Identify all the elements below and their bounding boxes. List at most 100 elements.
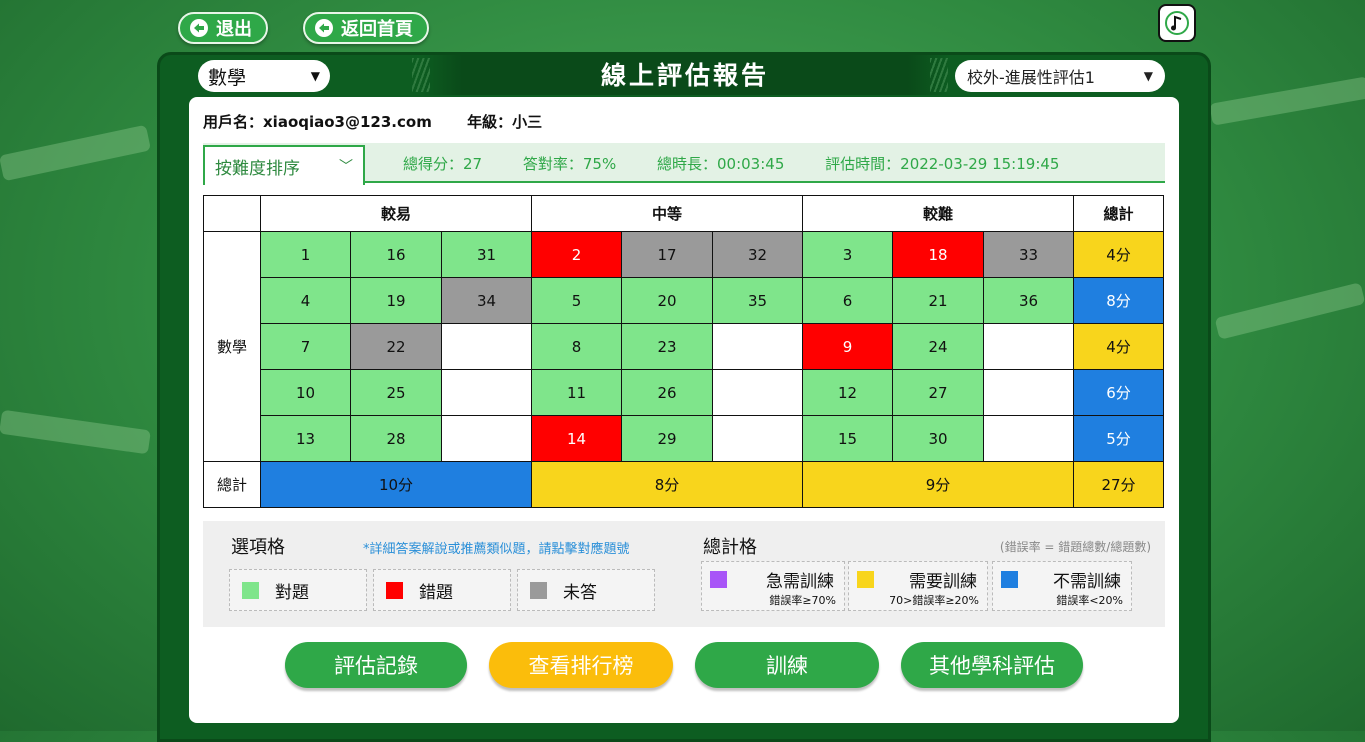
username: 用戶名：xiaoqiao3@123.com: [203, 113, 432, 131]
question-cell[interactable]: 2: [531, 231, 622, 278]
table-row: 4 19 34 5 20 35 6 21 36 8分: [204, 277, 1164, 324]
page-title: 線上評估報告: [420, 55, 950, 95]
question-cell[interactable]: 7: [260, 323, 351, 370]
background-pencil: [0, 409, 151, 455]
corner-cell: [203, 195, 261, 232]
legend-wrong: 錯題: [373, 569, 511, 611]
question-cell[interactable]: 19: [350, 277, 442, 324]
sort-value: 按難度排序: [215, 158, 300, 179]
question-cell[interactable]: 33: [983, 231, 1074, 278]
logout-button[interactable]: 退出: [178, 12, 268, 44]
question-cell[interactable]: 26: [621, 369, 713, 416]
logout-label: 退出: [216, 19, 252, 40]
question-cell[interactable]: 6: [802, 277, 893, 324]
music-note-icon: [1165, 11, 1189, 35]
row-total-cell: 8分: [1073, 277, 1164, 324]
question-cell[interactable]: 17: [621, 231, 713, 278]
question-cell[interactable]: 1: [260, 231, 351, 278]
sort-select[interactable]: 按難度排序 ﹀: [203, 145, 365, 185]
question-cell[interactable]: 12: [802, 369, 893, 416]
subject-label: 數學: [203, 231, 261, 462]
question-cell[interactable]: 10: [260, 369, 351, 416]
home-button[interactable]: 返回首頁: [303, 12, 429, 44]
row-total-cell: 6分: [1073, 369, 1164, 416]
dropdown-arrow-icon: ▼: [1143, 69, 1153, 83]
legend-need-sub: 70>錯誤率≥20%: [889, 594, 979, 607]
legend-need: 需要訓練 70>錯誤率≥20%: [848, 561, 988, 611]
total-hard: 9分: [802, 461, 1074, 508]
table-row: 10 25 11 26 12 27 6分: [204, 369, 1164, 416]
total-legend-note: (錯誤率 = 錯題總數/總題數): [999, 540, 1151, 554]
evaluation-value: 校外-進展性評估1: [967, 68, 1095, 87]
home-label: 返回首頁: [341, 19, 413, 40]
unanswered-swatch: [530, 581, 547, 599]
urgent-swatch: [710, 571, 727, 588]
results-table: 較易 中等 較難 總計 數學 1 16 31 2 17 32 3 18 33 4分 4 19 34 5 20 3…: [203, 195, 1164, 508]
subject-select[interactable]: 數學 ▼: [198, 60, 330, 92]
question-cell[interactable]: 5: [531, 277, 622, 324]
train-button[interactable]: 訓練: [695, 642, 879, 688]
back-icon: [315, 19, 333, 37]
question-cell[interactable]: 15: [802, 415, 893, 462]
question-cell[interactable]: 16: [350, 231, 442, 278]
question-cell[interactable]: 25: [350, 369, 442, 416]
header-medium: 中等: [531, 195, 803, 232]
need-swatch: [857, 571, 874, 588]
question-cell[interactable]: 29: [621, 415, 713, 462]
question-cell[interactable]: 18: [892, 231, 984, 278]
records-button[interactable]: 評估記錄: [285, 642, 467, 688]
question-cell[interactable]: 23: [621, 323, 713, 370]
background-pencil: [0, 124, 152, 182]
question-cell[interactable]: 36: [983, 277, 1074, 324]
accuracy-rate: 答對率：75%: [522, 155, 617, 173]
subject-value: 數學: [208, 66, 247, 89]
question-cell[interactable]: 22: [350, 323, 442, 370]
question-cell[interactable]: 21: [892, 277, 984, 324]
question-cell[interactable]: 31: [441, 231, 532, 278]
table-row: 7 22 8 23 9 24 4分: [204, 323, 1164, 370]
noneed-swatch: [1001, 571, 1018, 588]
question-cell[interactable]: 28: [350, 415, 442, 462]
dropdown-arrow-icon: ▼: [310, 69, 320, 83]
total-duration: 總時長：00:03:45: [657, 155, 785, 173]
question-cell[interactable]: 11: [531, 369, 622, 416]
legend-noneed-label: 不需訓練: [1053, 572, 1121, 592]
legend-noneed-sub: 錯誤率<20%: [1056, 594, 1123, 607]
empty-cell: [983, 369, 1074, 416]
title-decoration: [412, 58, 430, 92]
user-info: 用戶名：xiaoqiao3@123.com 年級：小三: [203, 111, 572, 132]
grade: 年級：小三: [467, 113, 543, 131]
question-cell[interactable]: 4: [260, 277, 351, 324]
report-content: 用戶名：xiaoqiao3@123.com 年級：小三 按難度排序 ﹀ 總得分：…: [189, 97, 1179, 723]
music-toggle-button[interactable]: [1158, 4, 1196, 42]
empty-cell: [983, 323, 1074, 370]
legend-correct-label: 對題: [275, 582, 309, 603]
question-cell[interactable]: 13: [260, 415, 351, 462]
legend-unanswered-label: 未答: [563, 582, 597, 603]
row-total-cell: 4分: [1073, 323, 1164, 370]
header-easy: 較易: [260, 195, 532, 232]
empty-cell: [712, 369, 803, 416]
evaluation-select[interactable]: 校外-進展性評估1 ▼: [955, 60, 1165, 92]
wrong-swatch: [386, 581, 403, 599]
ranking-button[interactable]: 查看排行榜: [489, 642, 673, 688]
total-medium: 8分: [531, 461, 803, 508]
question-cell[interactable]: 9: [802, 323, 893, 370]
question-cell[interactable]: 32: [712, 231, 803, 278]
question-cell[interactable]: 34: [441, 277, 532, 324]
question-cell[interactable]: 35: [712, 277, 803, 324]
question-cell[interactable]: 3: [802, 231, 893, 278]
question-cell[interactable]: 27: [892, 369, 984, 416]
legend-panel: 選項格 *詳細答案解說或推薦類似題，請點擊對應題號 對題 錯題 未答 總計格 (…: [203, 521, 1165, 627]
question-cell[interactable]: 20: [621, 277, 713, 324]
question-cell[interactable]: 24: [892, 323, 984, 370]
legend-unanswered: 未答: [517, 569, 655, 611]
question-cell[interactable]: 30: [892, 415, 984, 462]
evaluation-time: 評估時間：2022-03-29 15:19:45: [825, 155, 1060, 173]
table-row: 數學 1 16 31 2 17 32 3 18 33 4分: [203, 231, 1164, 462]
question-cell[interactable]: 8: [531, 323, 622, 370]
title-decoration: [930, 58, 948, 92]
other-subjects-button[interactable]: 其他學科評估: [901, 642, 1083, 688]
question-cell[interactable]: 14: [531, 415, 622, 462]
empty-cell: [712, 323, 803, 370]
